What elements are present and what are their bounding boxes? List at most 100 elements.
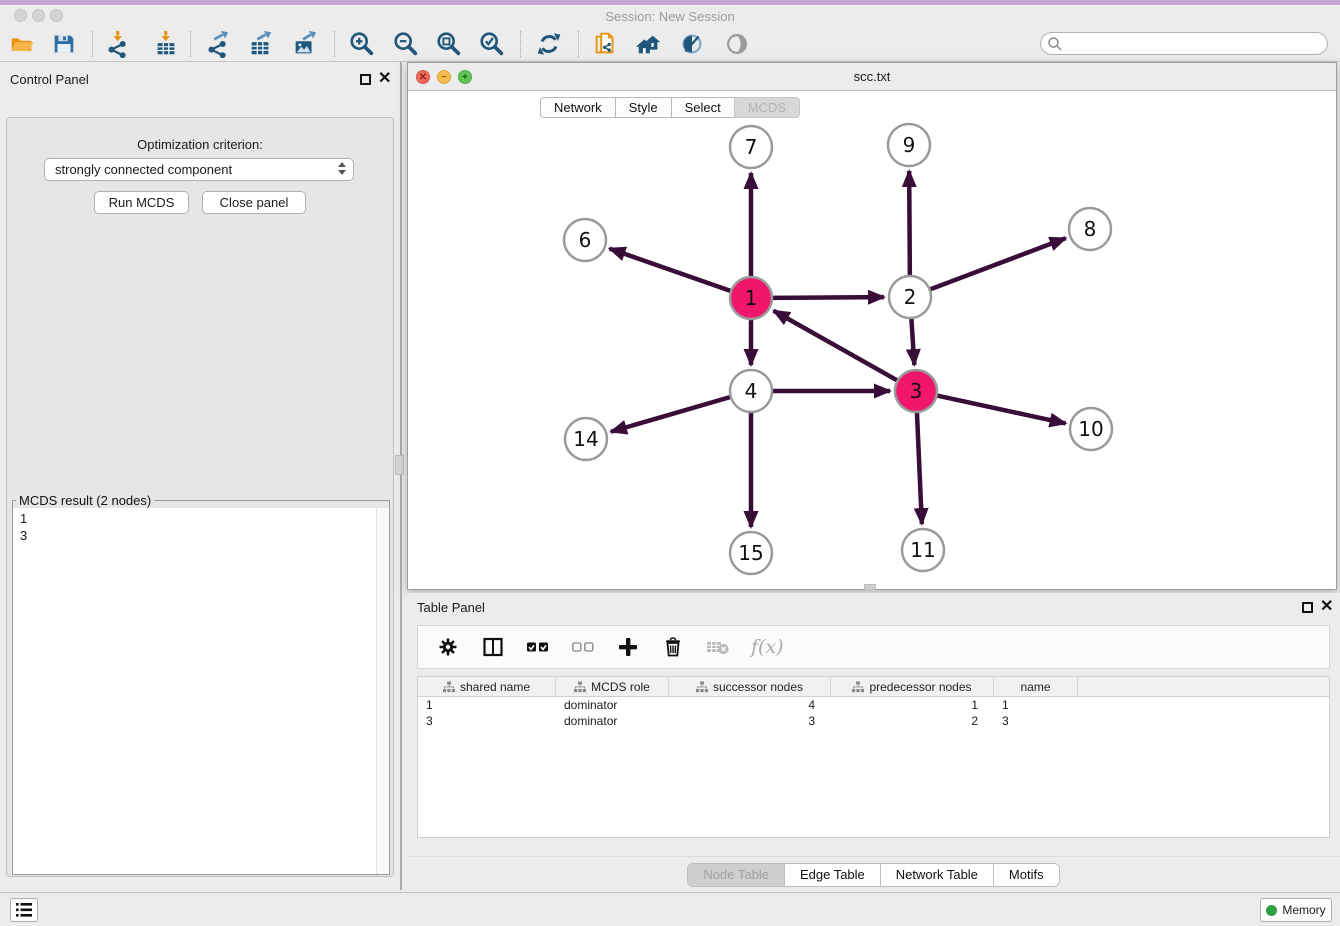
eye-icon[interactable] bbox=[722, 29, 752, 59]
graph-node-10[interactable]: 10 bbox=[1070, 408, 1112, 450]
select-chevrons-icon bbox=[338, 162, 346, 175]
save-session-icon[interactable] bbox=[49, 29, 79, 59]
status-bar: Memory bbox=[0, 892, 1340, 926]
tree-icon bbox=[574, 681, 586, 693]
tab-select[interactable]: Select bbox=[671, 97, 735, 118]
zoom-out-icon[interactable] bbox=[391, 29, 421, 59]
table-float-window-icon[interactable] bbox=[1302, 602, 1313, 613]
network-window-title: scc.txt bbox=[408, 69, 1336, 84]
zoom-fit-icon[interactable] bbox=[434, 29, 464, 59]
close-panel-icon[interactable]: ✕ bbox=[378, 73, 391, 84]
edge-1-2[interactable] bbox=[772, 297, 884, 298]
column-header-successor-nodes[interactable]: successor nodes bbox=[669, 677, 831, 696]
deselect-all-checkboxes-icon[interactable] bbox=[571, 635, 595, 659]
result-scrollbar[interactable] bbox=[376, 508, 389, 874]
add-row-icon[interactable] bbox=[616, 635, 640, 659]
edge-3-1[interactable] bbox=[774, 311, 898, 381]
settings-gear-icon[interactable] bbox=[436, 635, 460, 659]
graph-node-15[interactable]: 15 bbox=[730, 532, 772, 574]
function-builder-icon: f(x) bbox=[751, 636, 784, 658]
delete-row-trash-icon[interactable] bbox=[661, 635, 685, 659]
panel-splitter[interactable] bbox=[400, 62, 402, 890]
tab-node-table[interactable]: Node Table bbox=[688, 864, 784, 886]
table-tabs: Node TableEdge TableNetwork TableMotifs bbox=[407, 863, 1340, 887]
graph-node-8[interactable]: 8 bbox=[1069, 208, 1111, 250]
edge-2-3[interactable] bbox=[911, 318, 914, 365]
graph-node-11[interactable]: 11 bbox=[902, 529, 944, 571]
svg-text:15: 15 bbox=[738, 541, 763, 565]
graph-node-4[interactable]: 4 bbox=[730, 370, 772, 412]
edge-2-9[interactable] bbox=[909, 171, 910, 276]
export-network-icon[interactable] bbox=[203, 29, 233, 59]
float-window-icon[interactable] bbox=[360, 74, 371, 85]
criterion-select[interactable]: strongly connected component bbox=[44, 158, 354, 181]
cell-name: 3 bbox=[994, 713, 1078, 729]
table-panel: Table Panel ✕ f(x) shared nameMCDS roles… bbox=[407, 593, 1340, 890]
memory-label: Memory bbox=[1282, 903, 1325, 917]
memory-button[interactable]: Memory bbox=[1260, 898, 1332, 922]
cell-MCDS-role: dominator bbox=[556, 713, 669, 729]
column-header-shared-name[interactable]: shared name bbox=[418, 677, 556, 696]
svg-text:7: 7 bbox=[745, 135, 758, 159]
edge-1-6[interactable] bbox=[610, 249, 732, 291]
svg-text:3: 3 bbox=[910, 379, 923, 403]
import-network-icon[interactable] bbox=[103, 29, 133, 59]
column-header-MCDS-role[interactable]: MCDS role bbox=[556, 677, 669, 696]
cell-MCDS-role: dominator bbox=[556, 697, 669, 713]
toolbar-separator bbox=[578, 31, 579, 57]
graph-node-1[interactable]: 1 bbox=[730, 277, 772, 319]
column-header-predecessor-nodes[interactable]: predecessor nodes bbox=[831, 677, 994, 696]
cell-predecessor-nodes: 1 bbox=[831, 697, 994, 713]
graph-node-3[interactable]: 3 bbox=[895, 370, 937, 412]
optimization-criterion-label: Optimization criterion: bbox=[6, 137, 394, 152]
zoom-in-icon[interactable] bbox=[347, 29, 377, 59]
slash-circle-icon[interactable] bbox=[677, 29, 707, 59]
edge-3-11[interactable] bbox=[917, 412, 922, 524]
select-all-checkboxes-icon[interactable] bbox=[526, 635, 550, 659]
open-in-web-document-icon[interactable] bbox=[590, 29, 620, 59]
svg-text:9: 9 bbox=[903, 133, 916, 157]
tab-edge-table[interactable]: Edge Table bbox=[784, 864, 880, 886]
open-session-icon[interactable] bbox=[7, 29, 37, 59]
import-table-icon[interactable] bbox=[151, 29, 181, 59]
export-image-icon[interactable] bbox=[290, 29, 320, 59]
tab-mcds[interactable]: MCDS bbox=[734, 97, 800, 118]
splitter-grip[interactable] bbox=[395, 455, 404, 475]
svg-text:11: 11 bbox=[910, 538, 935, 562]
graph-node-14[interactable]: 14 bbox=[565, 418, 607, 460]
tree-icon bbox=[443, 681, 455, 693]
edge-2-8[interactable] bbox=[930, 238, 1066, 289]
refresh-icon[interactable] bbox=[534, 29, 564, 59]
edge-4-14[interactable] bbox=[611, 397, 731, 432]
table-panel-title: Table Panel bbox=[417, 600, 485, 615]
network-window-titlebar[interactable]: ✕ − + scc.txt bbox=[408, 63, 1336, 91]
tab-motifs[interactable]: Motifs bbox=[993, 864, 1059, 886]
cell-shared-name: 3 bbox=[418, 713, 556, 729]
svg-text:2: 2 bbox=[904, 285, 917, 309]
svg-text:6: 6 bbox=[579, 228, 592, 252]
column-header-name[interactable]: name bbox=[994, 677, 1078, 696]
network-graph[interactable]: 7 9 6 8 1 2 4 3 14 10 15 11 bbox=[408, 91, 1336, 589]
control-panel-title: Control Panel bbox=[10, 72, 89, 87]
tab-network[interactable]: Network bbox=[540, 97, 616, 118]
houses-icon[interactable] bbox=[634, 29, 664, 59]
table-close-panel-icon[interactable]: ✕ bbox=[1320, 601, 1333, 612]
graph-node-6[interactable]: 6 bbox=[564, 219, 606, 261]
close-panel-button[interactable]: Close panel bbox=[202, 191, 306, 214]
graph-node-7[interactable]: 7 bbox=[730, 126, 772, 168]
graph-node-2[interactable]: 2 bbox=[889, 276, 931, 318]
edge-3-10[interactable] bbox=[937, 395, 1066, 423]
run-mcds-button[interactable]: Run MCDS bbox=[94, 191, 189, 214]
zoom-selected-icon[interactable] bbox=[477, 29, 507, 59]
search-input[interactable] bbox=[1063, 36, 1327, 51]
graph-node-9[interactable]: 9 bbox=[888, 124, 930, 166]
table-row[interactable]: 3dominator323 bbox=[418, 713, 1329, 729]
tab-style[interactable]: Style bbox=[615, 97, 672, 118]
tab-network-table[interactable]: Network Table bbox=[880, 864, 993, 886]
table-row[interactable]: 1dominator411 bbox=[418, 697, 1329, 713]
window-resize-grip[interactable] bbox=[864, 584, 876, 590]
export-table-icon[interactable] bbox=[246, 29, 276, 59]
task-history-button[interactable] bbox=[10, 898, 38, 922]
memory-status-dot bbox=[1266, 905, 1277, 916]
column-layout-icon[interactable] bbox=[481, 635, 505, 659]
